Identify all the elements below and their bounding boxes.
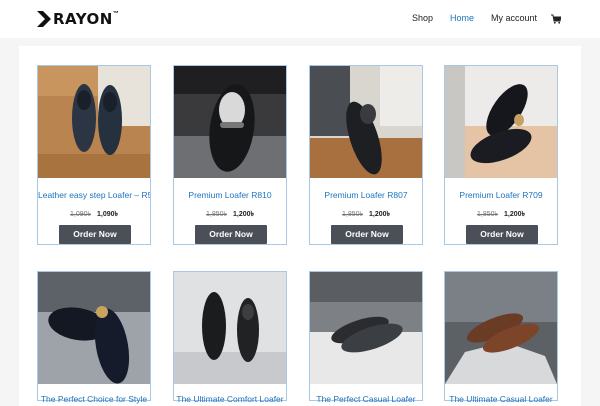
- product-card[interactable]: Premium Loafer R709 1,850৳ 1,200৳ Order N…: [444, 65, 558, 245]
- sale-price: 1,200৳: [504, 211, 526, 218]
- product-image[interactable]: [310, 66, 422, 178]
- cart-icon[interactable]: [551, 14, 561, 24]
- product-card[interactable]: Leather easy step Loafer – R50 1,090৳ 1,0…: [37, 65, 151, 245]
- product-title[interactable]: Leather easy step Loafer – R50: [38, 190, 150, 200]
- nav-my-account[interactable]: My account: [491, 13, 537, 23]
- product-title[interactable]: The Ultimate Comfort Loafer: [174, 394, 286, 404]
- product-image[interactable]: [310, 272, 422, 384]
- product-card[interactable]: Premium Loafer R810 1,850৳ 1,200৳ Order N…: [173, 65, 287, 245]
- product-title[interactable]: The Perfect Choice for Style: [38, 394, 150, 404]
- product-card[interactable]: The Perfect Choice for Style: [37, 271, 151, 404]
- sale-price: 1,090৳: [97, 211, 119, 218]
- sale-price: 1,200৳: [233, 211, 255, 218]
- product-image[interactable]: [445, 66, 557, 178]
- product-title[interactable]: Premium Loafer R709: [445, 190, 557, 200]
- product-image[interactable]: [174, 66, 286, 178]
- old-price: 1,850৳: [341, 211, 363, 218]
- product-card[interactable]: The Ultimate Comfort Loafer: [173, 271, 287, 404]
- product-title[interactable]: Premium Loafer R810: [174, 190, 286, 200]
- product-title[interactable]: Premium Loafer R807: [310, 190, 422, 200]
- old-price: 1,850৳: [476, 211, 498, 218]
- main-nav: Shop Home My account: [0, 13, 600, 27]
- product-price: 1,850৳ 1,200৳: [310, 208, 422, 220]
- product-image[interactable]: [38, 272, 150, 384]
- product-title[interactable]: The Ultimate Casual Loafer: [445, 394, 557, 404]
- nav-home[interactable]: Home: [450, 13, 474, 23]
- order-now-button[interactable]: Order Now: [59, 225, 131, 244]
- site-header: RAYON ™ Shop Home My account: [0, 0, 600, 38]
- order-now-button[interactable]: Order Now: [466, 225, 538, 244]
- product-price: 1,850৳ 1,200৳: [445, 208, 557, 220]
- order-now-button[interactable]: Order Now: [195, 225, 267, 244]
- sale-price: 1,200৳: [369, 211, 391, 218]
- product-card[interactable]: The Perfect Casual Loafer: [309, 271, 423, 404]
- old-price: 1,850৳: [205, 211, 227, 218]
- product-card[interactable]: Premium Loafer R807 1,850৳ 1,200৳ Order N…: [309, 65, 423, 245]
- product-price: 1,090৳ 1,090৳: [38, 208, 150, 220]
- old-price: 1,090৳: [69, 211, 91, 218]
- product-title[interactable]: The Perfect Casual Loafer: [310, 394, 422, 404]
- product-price: 1,850৳ 1,200৳: [174, 208, 286, 220]
- product-image[interactable]: [174, 272, 286, 384]
- nav-shop[interactable]: Shop: [412, 13, 433, 23]
- order-now-button[interactable]: Order Now: [331, 225, 403, 244]
- product-image[interactable]: [445, 272, 557, 384]
- product-card[interactable]: The Ultimate Casual Loafer: [444, 271, 558, 404]
- product-image[interactable]: [38, 66, 150, 178]
- product-grid: Leather easy step Loafer – R50 1,090৳ 1,0…: [19, 46, 581, 406]
